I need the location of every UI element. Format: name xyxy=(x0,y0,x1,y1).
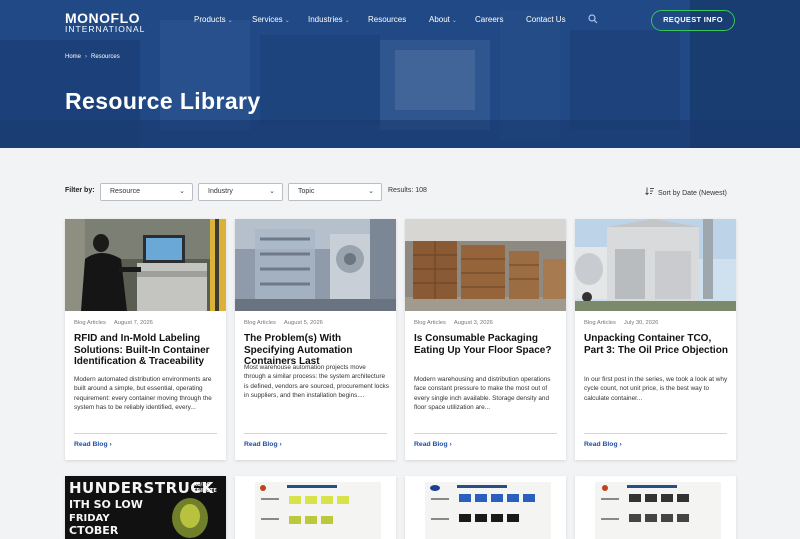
brand-logo[interactable]: MONOFLO INTERNATIONAL xyxy=(65,11,146,34)
nav-label: About xyxy=(429,15,450,24)
read-blog-link[interactable]: Read Blog › xyxy=(584,441,622,448)
chevron-down-icon: ⌄ xyxy=(368,188,374,195)
brand-subname: INTERNATIONAL xyxy=(65,24,146,34)
article-date: August 5, 2026 xyxy=(283,320,323,326)
resource-select[interactable]: Resource ⌄ xyxy=(100,183,193,201)
article-card[interactable]: Blog Articles August 7, 2026 RFID and In-… xyxy=(65,219,226,460)
nav-label: Services xyxy=(252,15,283,24)
article-image xyxy=(405,219,566,311)
nav-label: Contact Us xyxy=(526,15,566,24)
divider xyxy=(74,433,217,434)
article-meta: Blog Articles August 7, 2026 xyxy=(74,320,153,326)
poster-figure xyxy=(172,498,208,538)
chevron-down-icon: ⌄ xyxy=(344,18,350,24)
read-blog-link[interactable]: Read Blog › xyxy=(414,441,452,448)
article-excerpt: Modern automated distribution environmen… xyxy=(74,376,212,411)
article-card[interactable]: Blog Articles August 3, 2026 Is Consumabl… xyxy=(405,219,566,460)
poster-text: FRIDAY xyxy=(69,513,110,524)
article-category: Blog Articles xyxy=(414,320,446,326)
page: MONOFLO INTERNATIONAL Products ⌄ Services… xyxy=(0,0,800,539)
read-blog-link[interactable]: Read Blog › xyxy=(244,441,282,448)
topic-select-value: Topic xyxy=(298,188,315,195)
page-title: Resource Library xyxy=(65,88,261,114)
breadcrumb-home[interactable]: Home xyxy=(65,54,81,60)
sort-control[interactable]: Sort by Date (Newest) xyxy=(645,187,727,197)
nav-label: Industries xyxy=(308,15,343,24)
divider xyxy=(244,433,387,434)
search-icon[interactable] xyxy=(588,14,598,24)
read-blog-link[interactable]: Read Blog › xyxy=(74,441,112,448)
article-meta: Blog Articles August 3, 2026 xyxy=(414,320,493,326)
article-card[interactable]: Blog Articles August 5, 2026 The Problem(… xyxy=(235,219,396,460)
topic-select[interactable]: Topic ⌄ xyxy=(288,183,382,201)
article-image xyxy=(235,219,396,311)
breadcrumb: Home › Resources xyxy=(65,54,120,60)
industry-select[interactable]: Industry ⌄ xyxy=(198,183,283,201)
article-category: Blog Articles xyxy=(244,320,276,326)
nav-item-products[interactable]: Products ⌄ xyxy=(194,15,233,26)
resource-select-value: Resource xyxy=(110,188,140,195)
article-image xyxy=(575,476,736,539)
article-excerpt: In our first post in the series, we took… xyxy=(584,376,728,402)
chevron-down-icon: ⌄ xyxy=(269,188,275,195)
article-image xyxy=(575,219,736,311)
nav-item-careers[interactable]: Careers xyxy=(475,15,503,25)
nav-item-about[interactable]: About ⌄ xyxy=(429,15,457,26)
article-card[interactable]: Blog Articles July 30, 2026 Unpacking Con… xyxy=(575,219,736,460)
nav-item-resources[interactable]: Resources xyxy=(368,15,406,25)
sort-label: Sort by Date (Newest) xyxy=(658,190,727,197)
article-date: August 7, 2026 xyxy=(113,320,153,326)
sort-icon xyxy=(645,187,654,195)
article-excerpt: Modern warehousing and distribution oper… xyxy=(414,376,551,411)
nav-label: Careers xyxy=(475,15,504,24)
article-meta: Blog Articles July 30, 2026 xyxy=(584,320,658,326)
divider xyxy=(414,433,557,434)
results-count: Results: 108 xyxy=(388,187,427,194)
article-category: Blog Articles xyxy=(584,320,616,326)
nav-item-services[interactable]: Services ⌄ xyxy=(252,15,290,26)
article-image xyxy=(235,476,396,539)
article-excerpt: Most warehouse automation projects move … xyxy=(244,364,389,399)
article-date: July 30, 2026 xyxy=(623,320,659,326)
article-category: Blog Articles xyxy=(74,320,106,326)
chevron-down-icon: ⌄ xyxy=(227,18,233,24)
filter-label: Filter by: xyxy=(65,187,95,194)
article-title[interactable]: RFID and In-Mold Labeling Solutions: Bui… xyxy=(74,333,222,368)
chevron-down-icon: ⌄ xyxy=(451,18,457,24)
article-image xyxy=(65,219,226,311)
breadcrumb-separator-icon: › xyxy=(85,54,88,60)
nav-item-contact-us[interactable]: Contact Us xyxy=(526,15,566,25)
request-info-button[interactable]: REQUEST INFO xyxy=(651,10,735,31)
chevron-down-icon: ⌄ xyxy=(284,18,290,24)
nav-label: Products xyxy=(194,15,226,24)
article-image xyxy=(405,476,566,539)
industry-select-value: Industry xyxy=(208,188,233,195)
nav-label: Resources xyxy=(368,15,407,24)
article-card[interactable] xyxy=(405,476,566,539)
article-image: HUNDERSTRUCK ITH SO LOW FRIDAY CTOBER AC… xyxy=(65,476,226,539)
hero-banner: MONOFLO INTERNATIONAL Products ⌄ Services… xyxy=(0,0,800,148)
article-card[interactable] xyxy=(235,476,396,539)
article-card[interactable] xyxy=(575,476,736,539)
poster-text: CTOBER xyxy=(69,524,119,537)
breadcrumb-current: Resources xyxy=(91,54,120,60)
poster-text: ITH SO LOW xyxy=(69,498,143,511)
nav-item-industries[interactable]: Industries ⌄ xyxy=(308,15,350,26)
article-title[interactable]: Unpacking Container TCO, Part 3: The Oil… xyxy=(584,333,732,356)
divider xyxy=(584,433,727,434)
chevron-down-icon: ⌄ xyxy=(179,188,185,195)
poster-text: AC/DC TRIBUTE xyxy=(193,482,217,494)
article-title[interactable]: Is Consumable Packaging Eating Up Your F… xyxy=(414,333,562,356)
article-card[interactable]: HUNDERSTRUCK ITH SO LOW FRIDAY CTOBER AC… xyxy=(65,476,226,539)
article-date: August 3, 2026 xyxy=(453,320,493,326)
article-meta: Blog Articles August 5, 2026 xyxy=(244,320,323,326)
